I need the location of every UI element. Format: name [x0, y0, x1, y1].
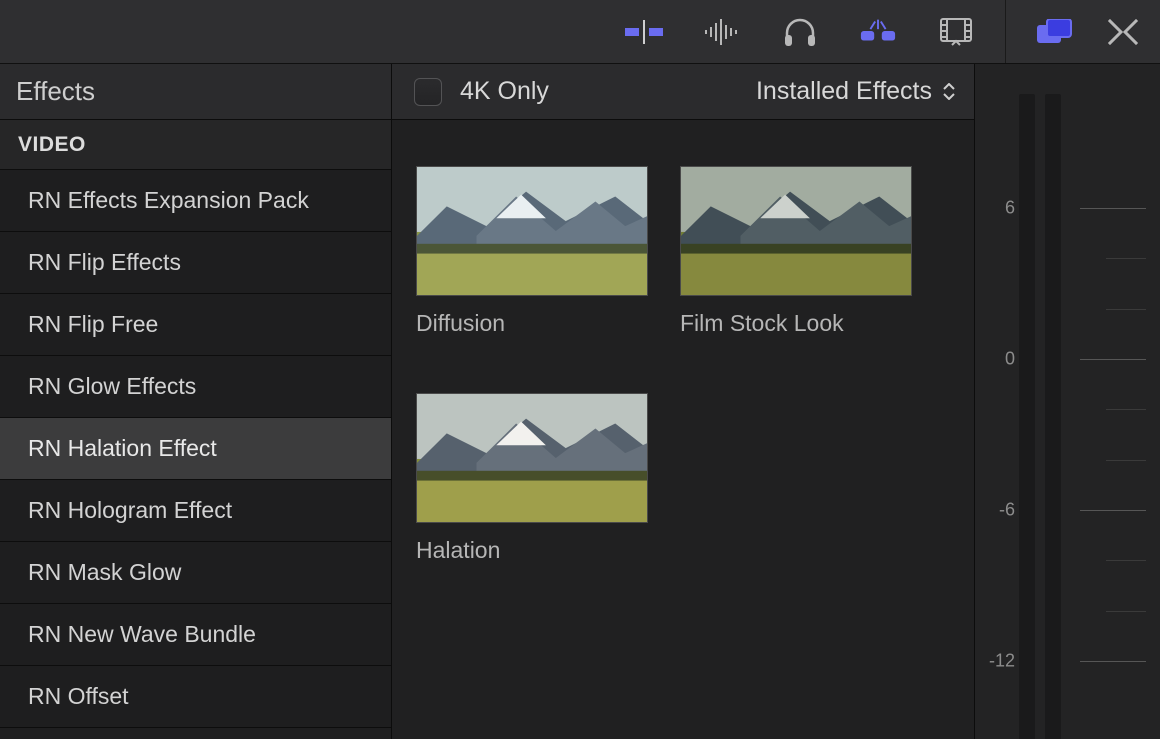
- meter-tick-line: [1080, 661, 1146, 662]
- installed-effects-dropdown[interactable]: Installed Effects: [756, 77, 956, 106]
- thumbnail-label: Diffusion: [416, 310, 648, 337]
- meter-tick-label: -12: [977, 651, 1015, 672]
- meter-subtick: [1106, 460, 1146, 461]
- meter-tick-label: 6: [977, 198, 1015, 219]
- 4k-only-checkbox[interactable]: [414, 78, 442, 106]
- dropdown-label: Installed Effects: [756, 77, 932, 106]
- effect-thumbnail-grid: Diffusion Film Stock Look: [392, 120, 974, 739]
- toolbar-group-window: [1005, 0, 1142, 63]
- audio-waveform-icon[interactable]: [703, 13, 741, 51]
- thumbnail-label: Film Stock Look: [680, 310, 912, 337]
- thumbnail-label: Halation: [416, 537, 648, 564]
- window-layout-icon[interactable]: [1036, 13, 1074, 51]
- thumbnail-image: [416, 393, 648, 523]
- meter-tick-line: [1080, 208, 1146, 209]
- effects-sidebar: Effects VIDEO RN Effects Expansion Pack …: [0, 64, 392, 739]
- thumbnail-image: [416, 166, 648, 296]
- sidebar-item-rn-glow-effects[interactable]: RN Glow Effects: [0, 356, 391, 418]
- effect-browser: 4K Only Installed Effects: [392, 64, 974, 739]
- sidebar-item-rn-halation-effect[interactable]: RN Halation Effect: [0, 418, 391, 480]
- fullscreen-toggle-icon[interactable]: [1104, 13, 1142, 51]
- sidebar-item-rn-flip-effects[interactable]: RN Flip Effects: [0, 232, 391, 294]
- sidebar-item-rn-mask-glow[interactable]: RN Mask Glow: [0, 542, 391, 604]
- effect-thumb-diffusion[interactable]: Diffusion: [416, 166, 648, 337]
- main-row: Effects VIDEO RN Effects Expansion Pack …: [0, 64, 1160, 739]
- top-toolbar: [0, 0, 1160, 64]
- sidebar-section-video[interactable]: VIDEO: [0, 120, 391, 170]
- browser-header: 4K Only Installed Effects: [392, 64, 974, 120]
- toolbar-group-tools: [625, 13, 1005, 51]
- film-strip-icon[interactable]: [937, 13, 975, 51]
- color-tags-icon[interactable]: [859, 13, 897, 51]
- meter-scale: 6 0 -6 -12: [975, 64, 1160, 739]
- 4k-only-label: 4K Only: [460, 77, 549, 106]
- app-root: Effects VIDEO RN Effects Expansion Pack …: [0, 0, 1160, 739]
- trim-tool-icon[interactable]: [625, 13, 663, 51]
- meter-tick-label: -6: [977, 500, 1015, 521]
- meter-subtick: [1106, 560, 1146, 561]
- meter-subtick: [1106, 258, 1146, 259]
- sidebar-item-rn-flip-free[interactable]: RN Flip Free: [0, 294, 391, 356]
- sidebar-item-rn-new-wave-bundle[interactable]: RN New Wave Bundle: [0, 604, 391, 666]
- meter-subtick: [1106, 309, 1146, 310]
- effect-thumb-film-stock-look[interactable]: Film Stock Look: [680, 166, 912, 337]
- chevron-up-down-icon: [942, 81, 956, 103]
- thumbnail-image: [680, 166, 912, 296]
- meter-subtick: [1106, 611, 1146, 612]
- sidebar-item-rn-offset[interactable]: RN Offset: [0, 666, 391, 728]
- effect-thumb-halation[interactable]: Halation: [416, 393, 648, 564]
- meter-subtick: [1106, 409, 1146, 410]
- sidebar-item-rn-effects-expansion-pack[interactable]: RN Effects Expansion Pack: [0, 170, 391, 232]
- sidebar-item-rn-hologram-effect[interactable]: RN Hologram Effect: [0, 480, 391, 542]
- meter-tick-line: [1080, 510, 1146, 511]
- headphones-icon[interactable]: [781, 13, 819, 51]
- audio-meter-panel: 6 0 -6 -12: [974, 64, 1160, 739]
- meter-tick-line: [1080, 359, 1146, 360]
- sidebar-title: Effects: [0, 64, 391, 120]
- meter-tick-label: 0: [977, 349, 1015, 370]
